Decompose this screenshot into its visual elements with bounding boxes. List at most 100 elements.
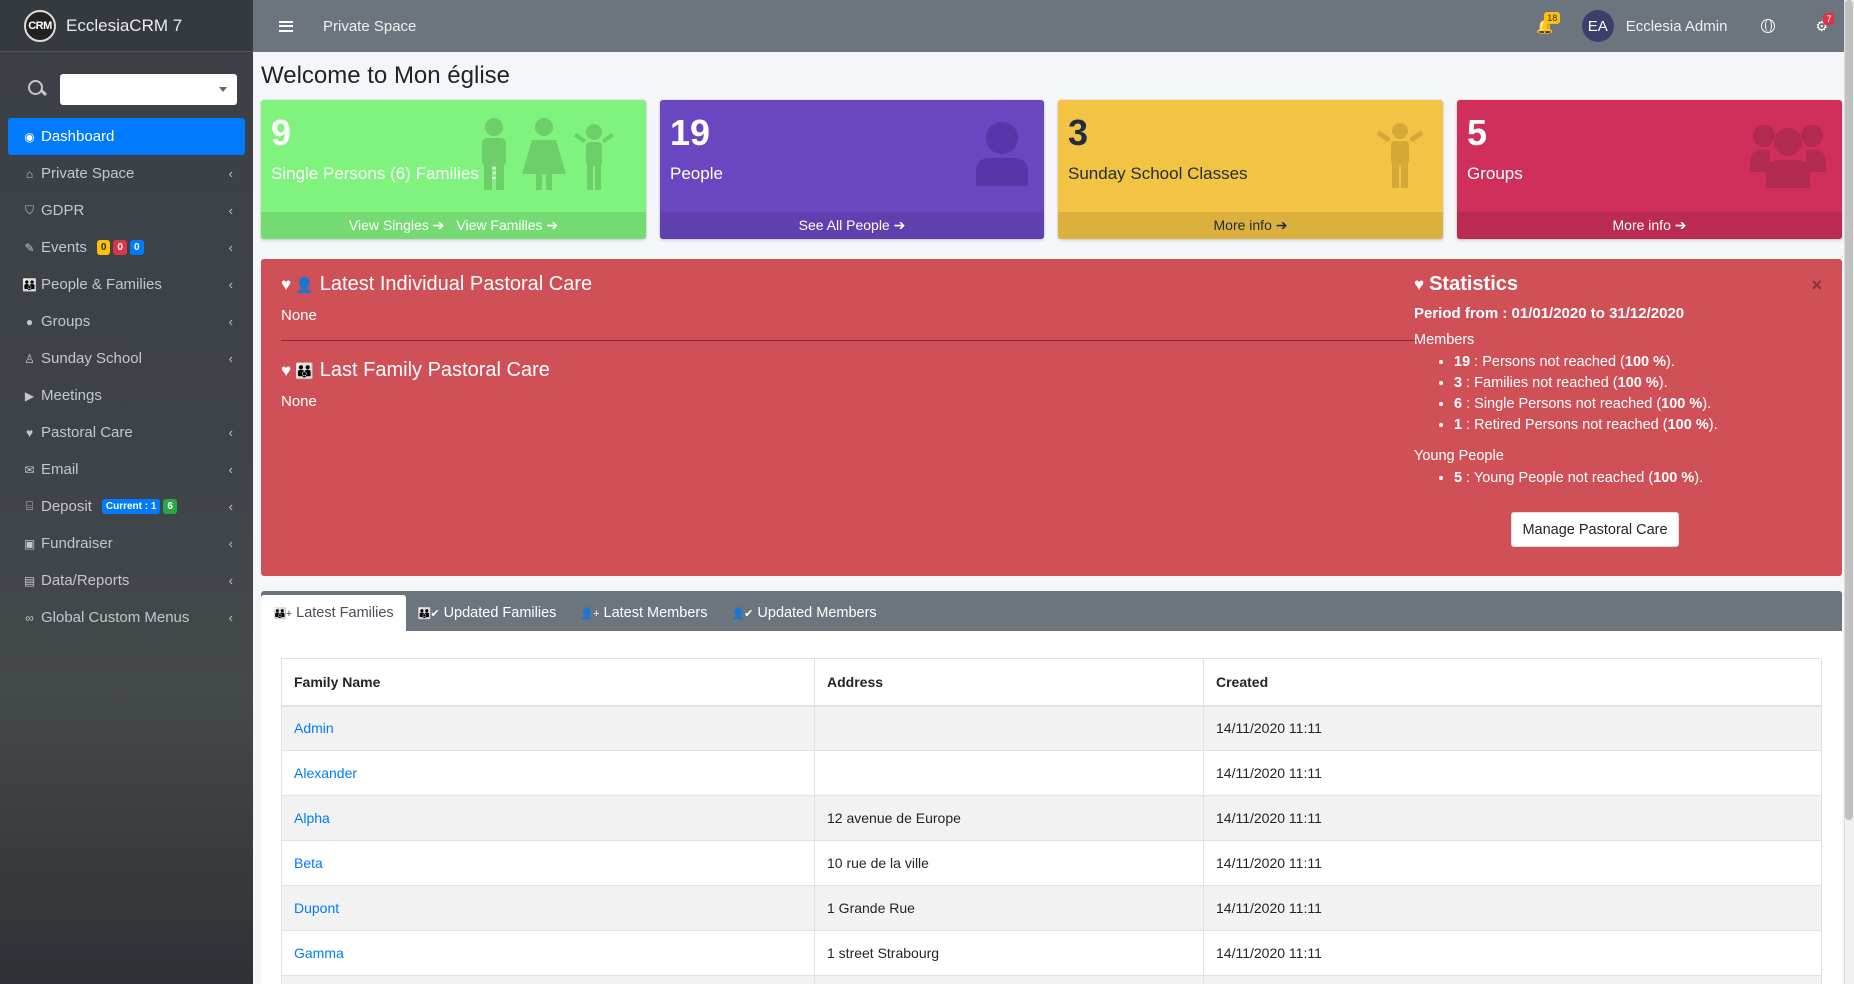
created-cell: 14/11/2020 11:11 <box>1203 885 1822 931</box>
sidebar-item-email[interactable]: ✉ Email ‹ <box>8 451 245 488</box>
groups-box: 5 Groups More info ➔ <box>1457 100 1842 239</box>
address-cell: 12 avenue de Europe <box>814 795 1204 841</box>
chevron-left-icon: ‹ <box>228 499 233 514</box>
heartbeat-icon: ♥ <box>281 360 292 380</box>
scrollbar-thumb[interactable] <box>1845 0 1853 820</box>
sidebar-item-label: GDPR <box>41 202 85 219</box>
box-number: 5 <box>1467 112 1488 153</box>
menu-toggle-icon[interactable] <box>279 20 293 32</box>
individual-care-title: ♥ 👤 Latest Individual Pastoral Care <box>281 273 592 296</box>
user-icon <box>976 122 1028 186</box>
brand-name: EcclesiaCRM 7 <box>66 15 183 35</box>
young-stats-list: 5 : Young People not reached (100 %). <box>1414 468 1834 489</box>
sidebar-item-meetings[interactable]: ▶ Meetings <box>8 377 245 414</box>
sidebar-item-people-families[interactable]: 👪 People & Families ‹ <box>8 266 245 303</box>
sidebar-item-data-reports[interactable]: ▤ Data/Reports ‹ <box>8 562 245 599</box>
stat-item: 1 : Retired Persons not reached (100 %). <box>1454 415 1834 436</box>
link-icon: ∞ <box>25 610 34 625</box>
chevron-left-icon: ‹ <box>228 425 233 440</box>
chevron-left-icon: ‹ <box>228 610 233 625</box>
tab-latest-members[interactable]: 👤+ Latest Members <box>568 595 719 631</box>
chevron-left-icon: ‹ <box>228 203 233 218</box>
brand-logo: CRM <box>24 9 56 42</box>
sidebar-item-pastoral-care[interactable]: ♥ Pastoral Care ‹ <box>8 414 245 451</box>
family-name-cell: Gamma <box>281 930 815 976</box>
tab-updated-members[interactable]: 👤✔ Updated Members <box>719 595 888 631</box>
created-cell: 14/11/2020 11:11 <box>1203 750 1822 796</box>
address-cell: 1 street Strabourg <box>814 930 1204 976</box>
sidebar-badge: 0 <box>129 240 144 255</box>
sidebar-item-events[interactable]: ✎ Events 0 0 0 ‹ <box>8 229 245 266</box>
box-footer: More info ➔ <box>1058 212 1443 239</box>
avatar[interactable]: EA <box>1581 10 1614 42</box>
notifications-bell-icon[interactable]: 🔔 18 <box>1536 11 1561 35</box>
manage-pastoral-care-button[interactable]: Manage Pastoral Care <box>1511 512 1679 547</box>
settings-gears-icon[interactable]: ⚙ 7 <box>1815 12 1835 35</box>
sidebar-nav: ◉ Dashboard ⌂ Private Space ‹ ⛉ GDPR ‹ ✎ Events 0 0… <box>0 118 253 636</box>
tab-label: Latest Families <box>296 605 394 621</box>
sidebar-item-groups[interactable]: ● Groups ‹ <box>8 303 245 340</box>
divider <box>281 340 1421 341</box>
sidebar-item-fundraiser[interactable]: ▣ Fundraiser ‹ <box>8 525 245 562</box>
brand[interactable]: CRM EcclesiaCRM 7 <box>0 0 253 52</box>
created-cell: 14/11/2020 11:11 <box>1203 795 1822 841</box>
search-select[interactable] <box>59 73 237 105</box>
search-icon <box>26 78 48 100</box>
family-link[interactable]: Alexander <box>294 765 357 781</box>
sidebar-badge: 6 <box>163 499 177 514</box>
sidebar-item-label: Data/Reports <box>41 572 130 589</box>
sidebar-item-label: Email <box>41 461 79 478</box>
box-footer: See All People ➔ <box>660 212 1044 239</box>
video-icon: ▶ <box>24 388 35 403</box>
sidebar-badge: 0 <box>113 240 127 255</box>
sidebar-item-sunday-school[interactable]: ♙ Sunday School ‹ <box>8 340 245 377</box>
see-all-people-link[interactable]: See All People ➔ <box>799 217 906 234</box>
column-header-address[interactable]: Address <box>814 658 1204 707</box>
tab-updated-families[interactable]: 👪✔ Updated Families <box>406 595 569 631</box>
page-scrollbar[interactable] <box>1844 0 1854 984</box>
address-cell <box>814 975 1204 984</box>
sidebar-item-dashboard[interactable]: ◉ Dashboard <box>8 118 245 155</box>
family-link[interactable]: Alpha <box>294 810 330 826</box>
statistics-title-text: Statistics <box>1429 273 1519 295</box>
close-icon[interactable]: × <box>1811 275 1822 296</box>
family-link[interactable]: Gamma <box>294 945 344 961</box>
family-link[interactable]: Dupont <box>294 900 339 916</box>
globe-icon[interactable] <box>1761 19 1776 33</box>
tab-latest-families[interactable]: 👪+ Latest Families <box>261 595 406 631</box>
groups-more-info-link[interactable]: More info ➔ <box>1613 217 1687 234</box>
table-row: Alpha 12 avenue de Europe 14/11/2020 11:11 <box>281 795 1822 841</box>
envelope-icon: ✉ <box>24 462 35 477</box>
sidebar-item-global-custom-menus[interactable]: ∞ Global Custom Menus ‹ <box>8 599 245 636</box>
sidebar-item-private-space[interactable]: ⌂ Private Space ‹ <box>8 155 245 192</box>
created-cell <box>1203 975 1822 984</box>
box-label: People <box>670 164 723 183</box>
sidebar-item-label: Fundraiser <box>41 535 113 552</box>
column-header-created[interactable]: Created <box>1203 658 1822 707</box>
box-number: 19 <box>670 112 711 153</box>
sunday-school-box: 3 Sunday School Classes More info ➔ <box>1058 100 1443 239</box>
family-care-text: None <box>281 393 317 410</box>
chevron-left-icon: ‹ <box>228 314 233 329</box>
family-icon <box>482 118 615 190</box>
chevron-left-icon: ‹ <box>228 536 233 551</box>
sunday-school-more-info-link[interactable]: More info ➔ <box>1214 217 1288 234</box>
box-number: 3 <box>1068 112 1089 153</box>
column-header-family-name[interactable]: Family Name <box>281 658 815 707</box>
username[interactable]: Ecclesia Admin <box>1626 18 1728 35</box>
sidebar-item-gdpr[interactable]: ⛉ GDPR ‹ <box>8 192 245 229</box>
stat-item: 6 : Single Persons not reached (100 %). <box>1454 394 1834 415</box>
statistics: ♥ Statistics Period from : 01/01/2020 to… <box>1414 273 1834 489</box>
family-link[interactable]: Admin <box>294 720 334 736</box>
view-singles-link[interactable]: View Singles ➔ <box>349 217 445 234</box>
chevron-left-icon: ‹ <box>228 573 233 588</box>
family-name-cell: Admin <box>281 705 815 751</box>
family-link[interactable]: Beta <box>294 855 323 871</box>
box-number: 9 <box>271 112 292 153</box>
topbar-title[interactable]: Private Space <box>323 18 416 35</box>
view-families-link[interactable]: View Familles ➔ <box>456 217 558 234</box>
file-pdf-icon: ▤ <box>23 573 36 588</box>
sidebar-item-deposit[interactable]: ⌸ Deposit Current : 1 6 ‹ <box>8 488 245 525</box>
box-footer: View Singles ➔ View Familles ➔ <box>261 212 646 239</box>
sidebar-item-label: Dashboard <box>41 128 115 145</box>
